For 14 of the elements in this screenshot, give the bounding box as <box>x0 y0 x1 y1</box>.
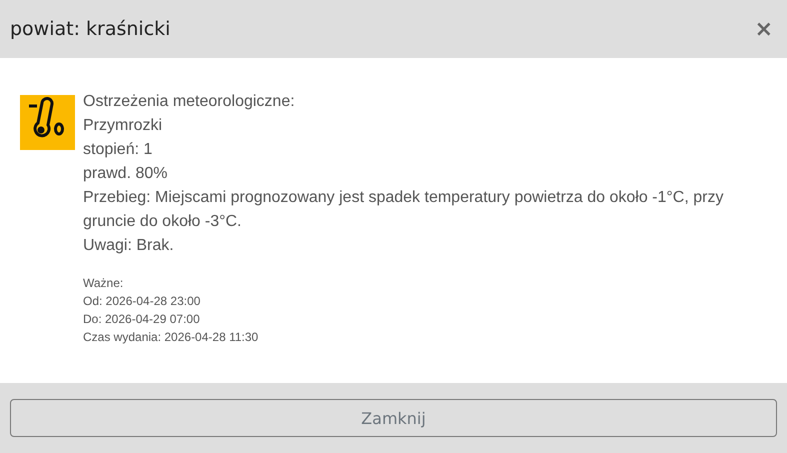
dialog-title: powiat: kraśnicki <box>10 18 170 40</box>
close-dialog-button[interactable]: Zamknij <box>10 399 777 437</box>
warning-text: stopień: 1 <box>83 140 154 160</box>
warning-heading: Ostrzeżenia meteorologiczne: <box>83 92 296 112</box>
validity-text: Czas wydania: 2026-04-28 11:30 <box>83 329 260 346</box>
warning-text: Uwagi: Brak. <box>83 236 175 256</box>
warning-text: prawd. 80% <box>83 164 168 184</box>
validity-text: Do: 2026-04-29 07:00 <box>83 311 201 328</box>
close-button[interactable]: × <box>750 16 777 42</box>
warning-text: Przymrozki <box>83 116 164 136</box>
validity-text: Ważne: <box>83 275 124 292</box>
warning-text: Przebieg: Miejscami prognozowany jest spadek temperatury powietrza do około -1°C, przy gruncie do około -3°C. <box>83 188 724 232</box>
validity-text: Od: 2026-04-28 23:00 <box>83 293 202 310</box>
thermometer-icon <box>20 95 75 150</box>
